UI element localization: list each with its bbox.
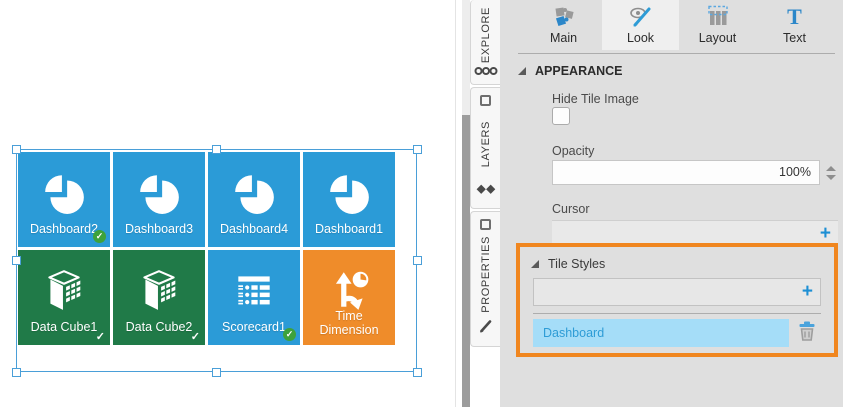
panel-tab-bar: Main Look (525, 0, 833, 50)
tab-layout[interactable]: Layout (679, 0, 756, 50)
expander-icon (531, 260, 539, 268)
tile-time-dimension[interactable]: Time Dimension (303, 250, 395, 345)
selection-handle-top-middle[interactable] (212, 145, 221, 154)
spinner-down-icon[interactable] (826, 175, 836, 180)
eye-brush-icon (629, 4, 653, 28)
tile-styles-highlight-box: Tile Styles + Dashboard (516, 243, 838, 357)
pie-chart-icon (231, 168, 277, 216)
tile-label: Dashboard3 (117, 222, 201, 236)
selection-handle-top-right[interactable] (413, 145, 422, 154)
tile-styles-title: Tile Styles (548, 257, 605, 271)
layers-diamond-icon (476, 183, 496, 201)
tile-label: Dashboard1 (307, 222, 391, 236)
square-icon (480, 219, 491, 230)
tab-properties[interactable]: PROPERTIES (470, 211, 500, 347)
tab-look[interactable]: Look (602, 0, 679, 50)
tile-dashboard4[interactable]: Dashboard4 (208, 152, 300, 247)
tile-styles-input[interactable]: + (533, 278, 821, 306)
side-tab-strip: EXPLORE LAYERS PROPERTIES (470, 0, 500, 407)
check-badge-icon: ✓ (283, 328, 296, 341)
hide-tile-image-label: Hide Tile Image (552, 92, 639, 106)
tile-style-item-label: Dashboard (533, 319, 789, 347)
tile-label: Dashboard4 (212, 222, 296, 236)
selection-handle-bottom-middle[interactable] (212, 368, 221, 377)
pie-chart-icon (326, 168, 372, 216)
tab-explore[interactable]: EXPLORE (470, 0, 500, 85)
opacity-label: Opacity (552, 144, 594, 158)
selection-handle-bottom-left[interactable] (12, 368, 21, 377)
vertical-scrollbar[interactable] (462, 0, 470, 407)
selection-handle-middle-right[interactable] (413, 256, 422, 265)
delete-tile-style-button[interactable] (798, 321, 816, 341)
tile-styles-add-button[interactable]: + (802, 281, 813, 303)
tab-main[interactable]: Main (525, 0, 602, 50)
hide-tile-image-checkbox[interactable] (552, 107, 570, 125)
pie-chart-icon (136, 168, 182, 216)
tab-text[interactable]: T Text (756, 0, 833, 50)
tab-separator (518, 53, 835, 54)
selection-handle-top-left[interactable] (12, 145, 21, 154)
app-root: Dashboard2 ✓ Dashboard3 Dashboard4 Dashb… (0, 0, 843, 407)
square-icon (480, 95, 491, 106)
cursor-label: Cursor (552, 202, 590, 216)
check-icon: ✓ (191, 330, 200, 343)
tab-main-label: Main (550, 31, 577, 45)
tile-data-cube2[interactable]: Data Cube2 ✓ (113, 250, 205, 345)
appearance-title: APPEARANCE (535, 64, 623, 78)
database-icon (474, 63, 498, 81)
selection-handle-bottom-right[interactable] (413, 368, 422, 377)
tab-layers[interactable]: LAYERS (470, 87, 500, 209)
check-icon: ✓ (96, 330, 105, 343)
design-canvas[interactable]: Dashboard2 ✓ Dashboard3 Dashboard4 Dashb… (0, 0, 455, 407)
tab-text-label: Text (783, 31, 806, 45)
scorecard-icon (231, 266, 277, 314)
cursor-add-button[interactable]: + (820, 223, 831, 245)
scrollbar-thumb[interactable] (462, 115, 470, 407)
spinner-up-icon[interactable] (826, 166, 836, 171)
columns-icon (706, 4, 730, 28)
tile-styles-separator (533, 313, 821, 314)
tab-properties-label: PROPERTIES (480, 236, 492, 313)
tab-layout-label: Layout (699, 31, 737, 45)
opacity-spinner[interactable] (823, 161, 838, 185)
tile-scorecard1[interactable]: Scorecard1 ✓ (208, 250, 300, 345)
tile-style-item-dashboard[interactable]: Dashboard (533, 319, 789, 347)
properties-panel: Main Look (500, 0, 843, 407)
appearance-section-header[interactable]: APPEARANCE (518, 64, 623, 78)
puzzle-icon (552, 4, 576, 28)
tile-dashboard2[interactable]: Dashboard2 ✓ (18, 152, 110, 247)
tile-styles-section-header[interactable]: Tile Styles (531, 257, 605, 271)
canvas-edge-divider (455, 0, 456, 407)
tab-layers-label: LAYERS (480, 121, 492, 167)
tile-label: Data Cube1 (22, 320, 106, 334)
opacity-input[interactable]: 100% (552, 160, 820, 185)
time-dimension-icon (326, 266, 372, 314)
check-badge-icon: ✓ (93, 230, 106, 243)
tile-data-cube1[interactable]: Data Cube1 ✓ (18, 250, 110, 345)
data-cube-icon (41, 266, 87, 314)
tile-dashboard1[interactable]: Dashboard1 (303, 152, 395, 247)
text-icon: T (787, 4, 802, 28)
data-cube-icon (136, 266, 182, 314)
pie-chart-icon (41, 168, 87, 216)
tab-explore-label: EXPLORE (480, 7, 492, 63)
pencil-icon (478, 318, 494, 339)
tab-look-label: Look (627, 31, 654, 45)
tile-dashboard3[interactable]: Dashboard3 (113, 152, 205, 247)
tile-label: Data Cube2 (117, 320, 201, 334)
tile-label: Time Dimension (307, 309, 391, 337)
selection-handle-middle-left[interactable] (12, 256, 21, 265)
expander-icon (518, 67, 526, 75)
